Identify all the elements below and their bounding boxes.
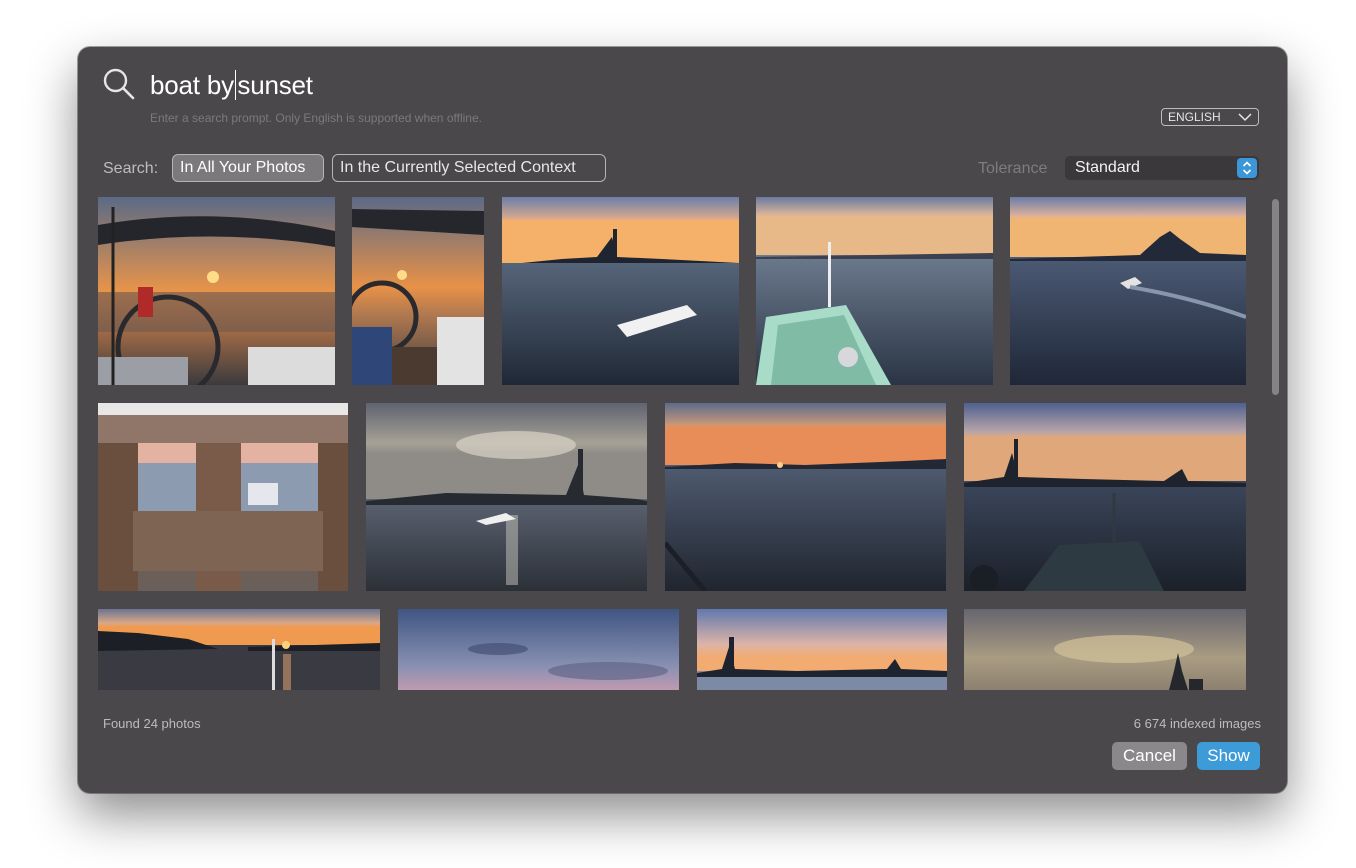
photo-thumbnail[interactable] <box>697 609 947 690</box>
photo-thumbnail[interactable] <box>502 197 739 385</box>
photo-thumbnail[interactable] <box>366 403 647 591</box>
photo-thumbnail[interactable] <box>756 197 993 385</box>
found-count: Found 24 photos <box>103 716 201 731</box>
photo-thumbnail[interactable] <box>665 403 946 591</box>
photo-thumbnail[interactable] <box>352 197 484 385</box>
language-dropdown[interactable]: ENGLISH <box>1161 108 1259 126</box>
chevron-down-icon <box>1238 113 1252 122</box>
language-selected: ENGLISH <box>1168 110 1221 124</box>
scope-all-photos-button[interactable]: In All Your Photos <box>172 154 324 182</box>
photo-thumbnail[interactable] <box>98 403 348 591</box>
photo-thumbnail[interactable] <box>98 609 380 690</box>
photo-results-grid[interactable] <box>98 197 1246 690</box>
photo-thumbnail[interactable] <box>98 197 335 385</box>
updown-chevron-icon <box>1237 158 1257 178</box>
scope-current-context-button[interactable]: In the Currently Selected Context <box>332 154 606 182</box>
indexed-count: 6 674 indexed images <box>1133 716 1261 731</box>
search-hint: Enter a search prompt. Only English is s… <box>150 111 482 125</box>
image-search-dialog: boat by sunset Enter a search prompt. Onl… <box>78 47 1287 793</box>
tolerance-label: Tolerance <box>978 160 1048 177</box>
search-input[interactable]: boat by sunset <box>150 65 313 105</box>
search-scope-label: Search: <box>103 160 159 177</box>
photo-thumbnail[interactable] <box>398 609 679 690</box>
tolerance-dropdown[interactable]: Standard <box>1065 156 1259 180</box>
show-button[interactable]: Show <box>1197 742 1260 770</box>
scrollbar-thumb[interactable] <box>1272 199 1279 395</box>
search-icon <box>103 68 135 100</box>
cancel-button[interactable]: Cancel <box>1112 742 1187 770</box>
text-caret <box>234 70 237 100</box>
photo-thumbnail[interactable] <box>964 403 1246 591</box>
results-scrollbar[interactable] <box>1272 197 1280 690</box>
search-query-before-caret: boat by <box>150 69 234 100</box>
tolerance-selected: Standard <box>1075 159 1140 176</box>
search-query-after-caret: sunset <box>237 69 313 100</box>
photo-thumbnail[interactable] <box>1010 197 1246 385</box>
photo-thumbnail[interactable] <box>964 609 1246 690</box>
